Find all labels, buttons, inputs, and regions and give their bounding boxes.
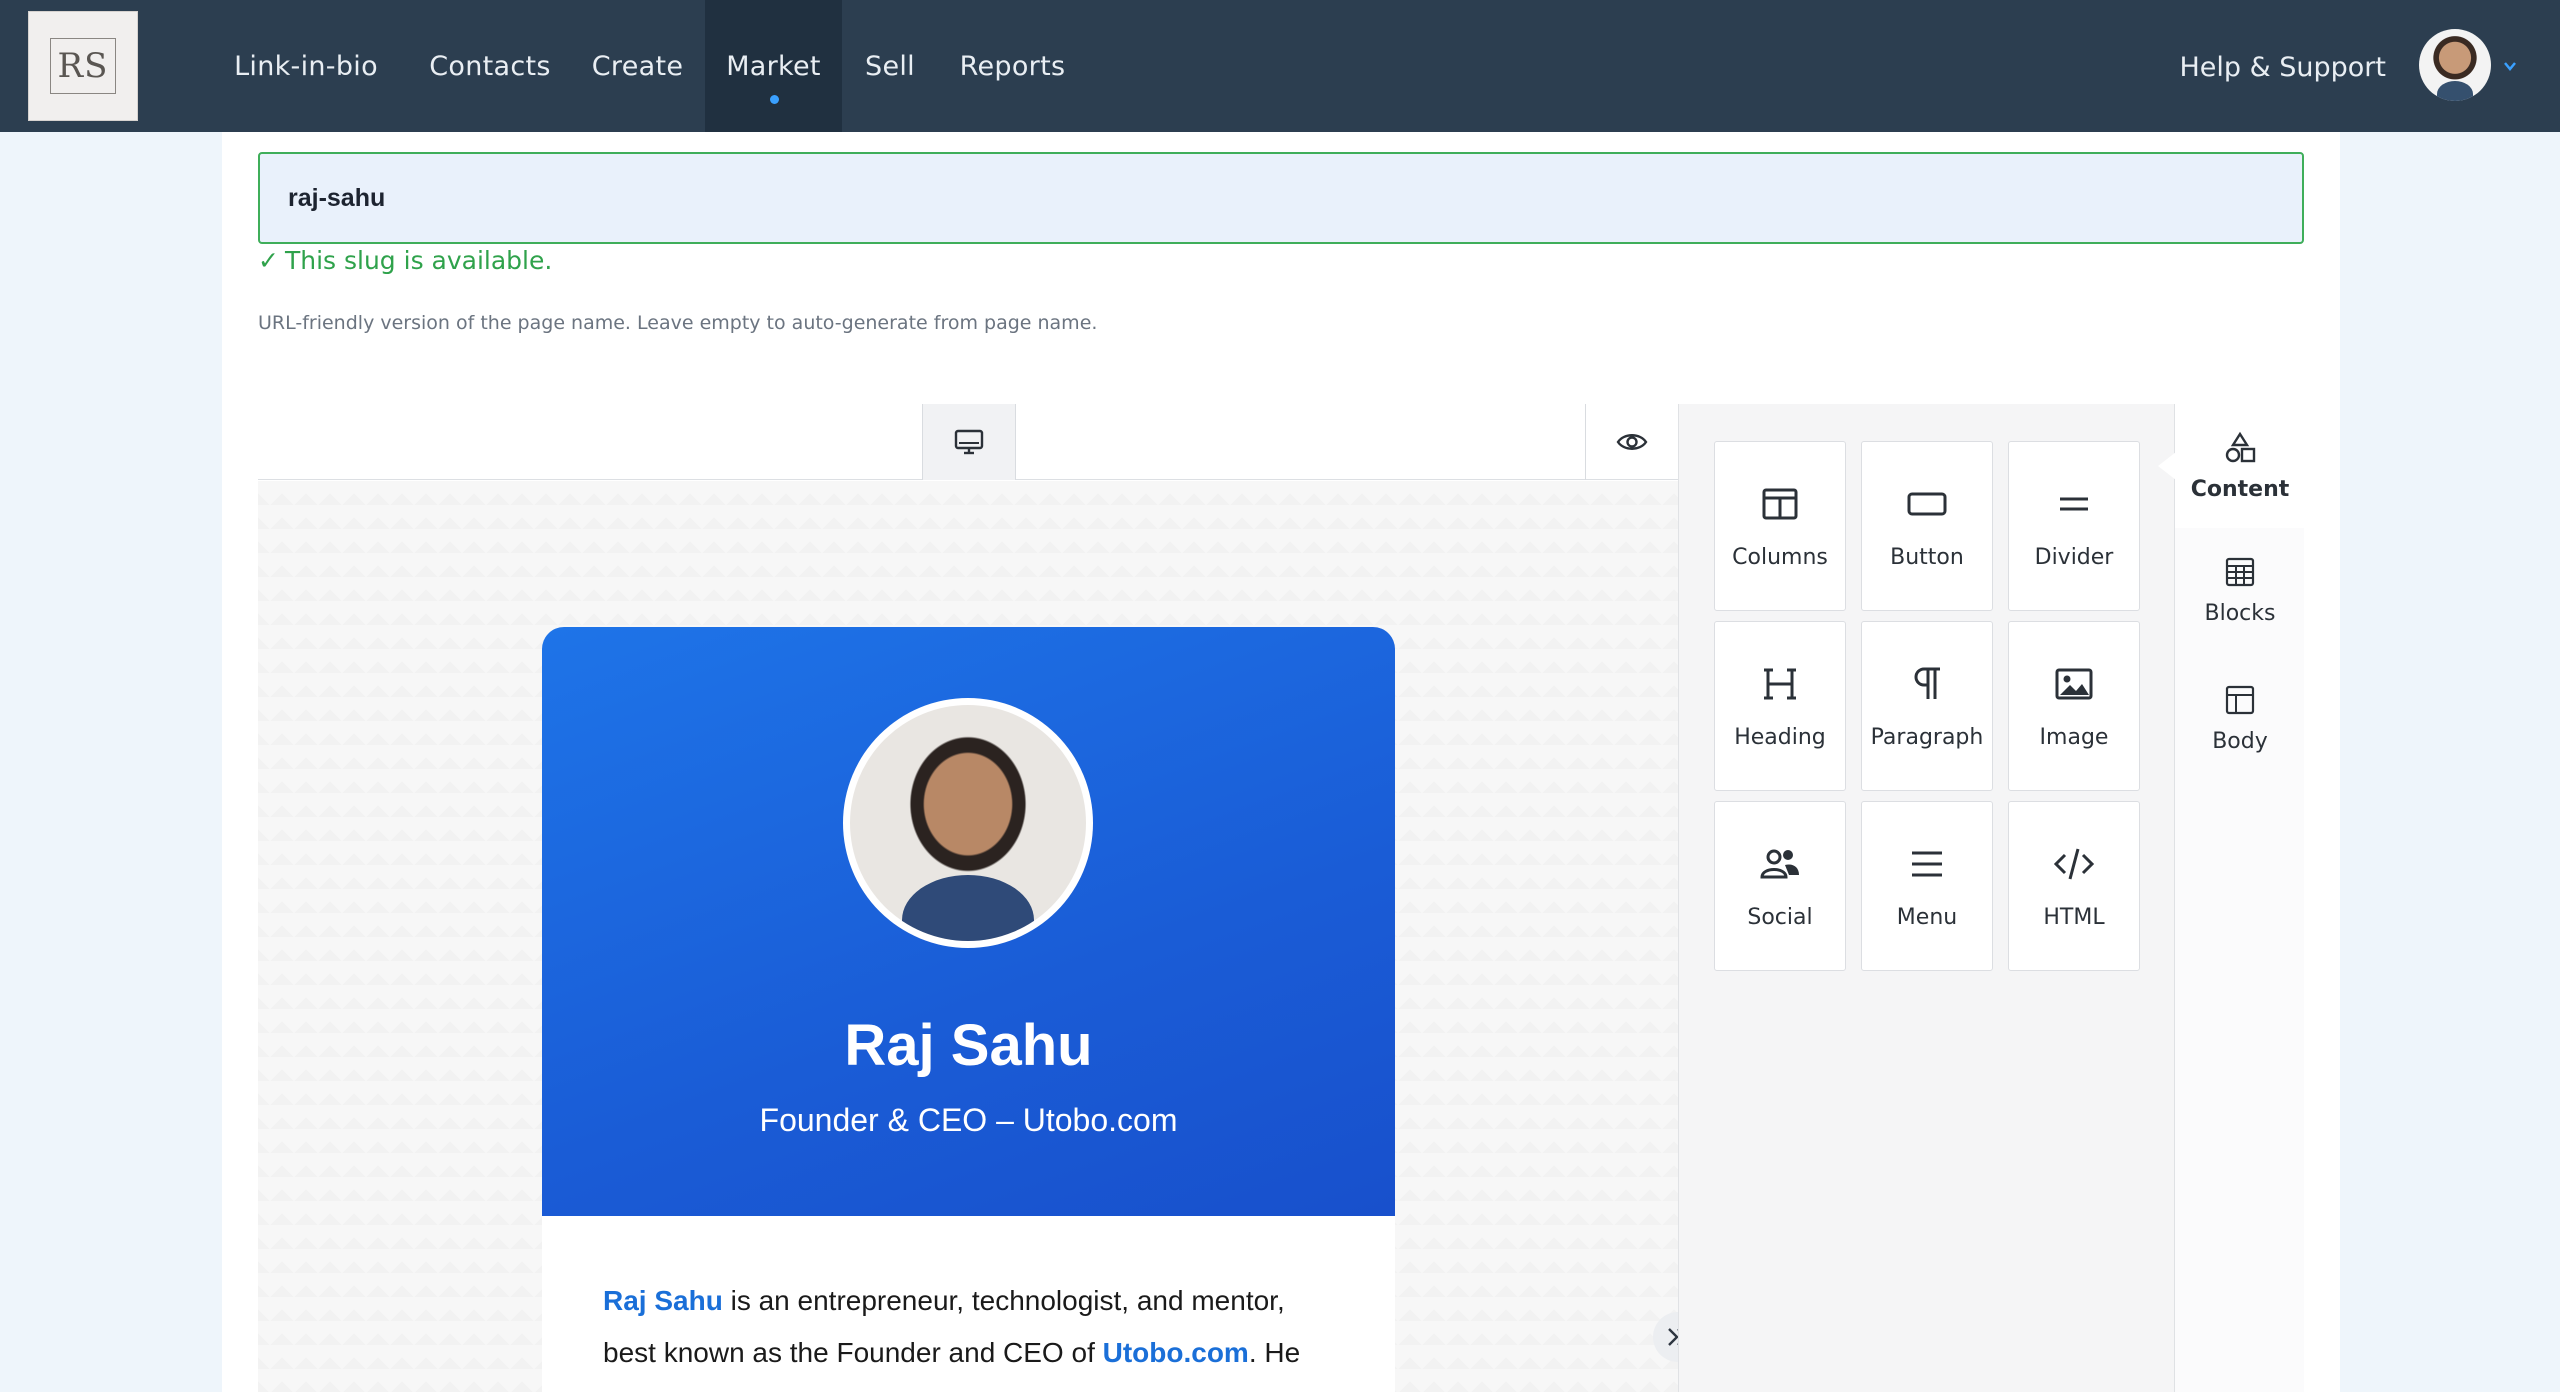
user-avatar[interactable] [2419,29,2491,101]
image-icon [2055,668,2093,699]
profile-card[interactable]: Raj Sahu Founder & CEO – Utobo.com Raj S… [542,627,1395,1392]
nav-create[interactable]: Create [585,0,690,132]
preview-button[interactable] [1585,404,1678,480]
profile-hero: Raj Sahu Founder & CEO – Utobo.com [542,627,1395,1216]
tab-content-label: Content [2190,476,2290,502]
help-support-link[interactable]: Help & Support [2179,52,2386,83]
social-icon [1760,849,1799,878]
slug-value: raj-sahu [288,183,386,212]
tool-heading[interactable]: Heading [1714,621,1846,791]
tool-menu[interactable]: Menu [1861,801,1993,971]
tool-paragraph-label: Paragraph [1870,724,1984,750]
shapes-icon [2225,431,2256,462]
button-icon [1907,492,1947,515]
brand-logo[interactable]: RS [28,11,138,121]
slug-status-text: This slug is available. [284,246,553,275]
tool-image[interactable]: Image [2008,621,2140,791]
top-navigation: RS Link-in-bio Contacts Create Market Se… [0,0,2560,132]
tool-html[interactable]: HTML [2008,801,2140,971]
bio-name-link[interactable]: Raj Sahu [603,1285,723,1316]
bio-text-1: is an entrepreneur, technologist, and me… [722,1285,1285,1316]
tool-columns[interactable]: Columns [1714,441,1846,611]
tool-social-label: Social [1747,904,1813,930]
blocks-icon [2225,557,2255,586]
bio-text-2: best known as the Founder and CEO of [603,1337,1103,1368]
nav-sell[interactable]: Sell [855,0,925,132]
tool-divider-label: Divider [2034,544,2114,570]
slug-status: ✓ This slug is available. [258,246,552,275]
tool-menu-label: Menu [1896,904,1958,930]
nav-link-in-bio[interactable]: Link-in-bio [230,0,382,132]
tool-columns-label: Columns [1732,544,1828,570]
desktop-view-button[interactable] [922,404,1016,480]
menu-icon [1912,851,1942,876]
tool-html-label: HTML [2043,904,2105,930]
body-layout-icon [2225,685,2255,714]
profile-bio: Raj Sahu is an entrepreneur, technologis… [603,1275,1363,1379]
profile-photo [843,698,1093,948]
eye-icon [1616,434,1648,450]
nav-contacts[interactable]: Contacts [420,0,560,132]
divider-icon [2060,497,2088,510]
tab-blocks[interactable]: Blocks [2175,528,2305,652]
nav-reports[interactable]: Reports [955,0,1070,132]
tool-button-label: Button [1890,544,1964,570]
side-tabs: Content Blocks Body [2174,404,2305,1392]
bio-text-3: . He [1248,1337,1301,1368]
desktop-icon [954,429,984,455]
tab-body-label: Body [2212,728,2268,754]
tool-heading-label: Heading [1734,724,1826,750]
heading-icon [1764,668,1796,699]
profile-subtitle: Founder & CEO – Utobo.com [759,1102,1178,1138]
paragraph-icon [1914,667,1940,699]
tab-content[interactable]: Content [2175,404,2305,528]
profile-name: Raj Sahu [844,1013,1093,1078]
tool-divider[interactable]: Divider [2008,441,2140,611]
tool-paragraph[interactable]: Paragraph [1861,621,1993,791]
html-icon [2053,848,2095,879]
tool-social[interactable]: Social [1714,801,1846,971]
nav-market-label: Market [726,50,821,82]
chevron-down-icon[interactable] [2502,58,2518,74]
tool-button[interactable]: Button [1861,441,1993,611]
slug-help-text: URL-friendly version of the page name. L… [258,312,1098,334]
nav-market[interactable]: Market [705,0,842,132]
columns-icon [1762,488,1798,519]
tab-body[interactable]: Body [2175,656,2305,780]
logo-monogram: RS [50,38,116,94]
check-icon: ✓ [258,246,279,275]
active-indicator-dot [769,95,779,104]
tab-blocks-label: Blocks [2204,600,2276,626]
slug-input[interactable]: raj-sahu [258,152,2304,244]
bio-utobo-link[interactable]: Utobo.com [1103,1337,1249,1368]
tool-image-label: Image [2039,724,2109,750]
